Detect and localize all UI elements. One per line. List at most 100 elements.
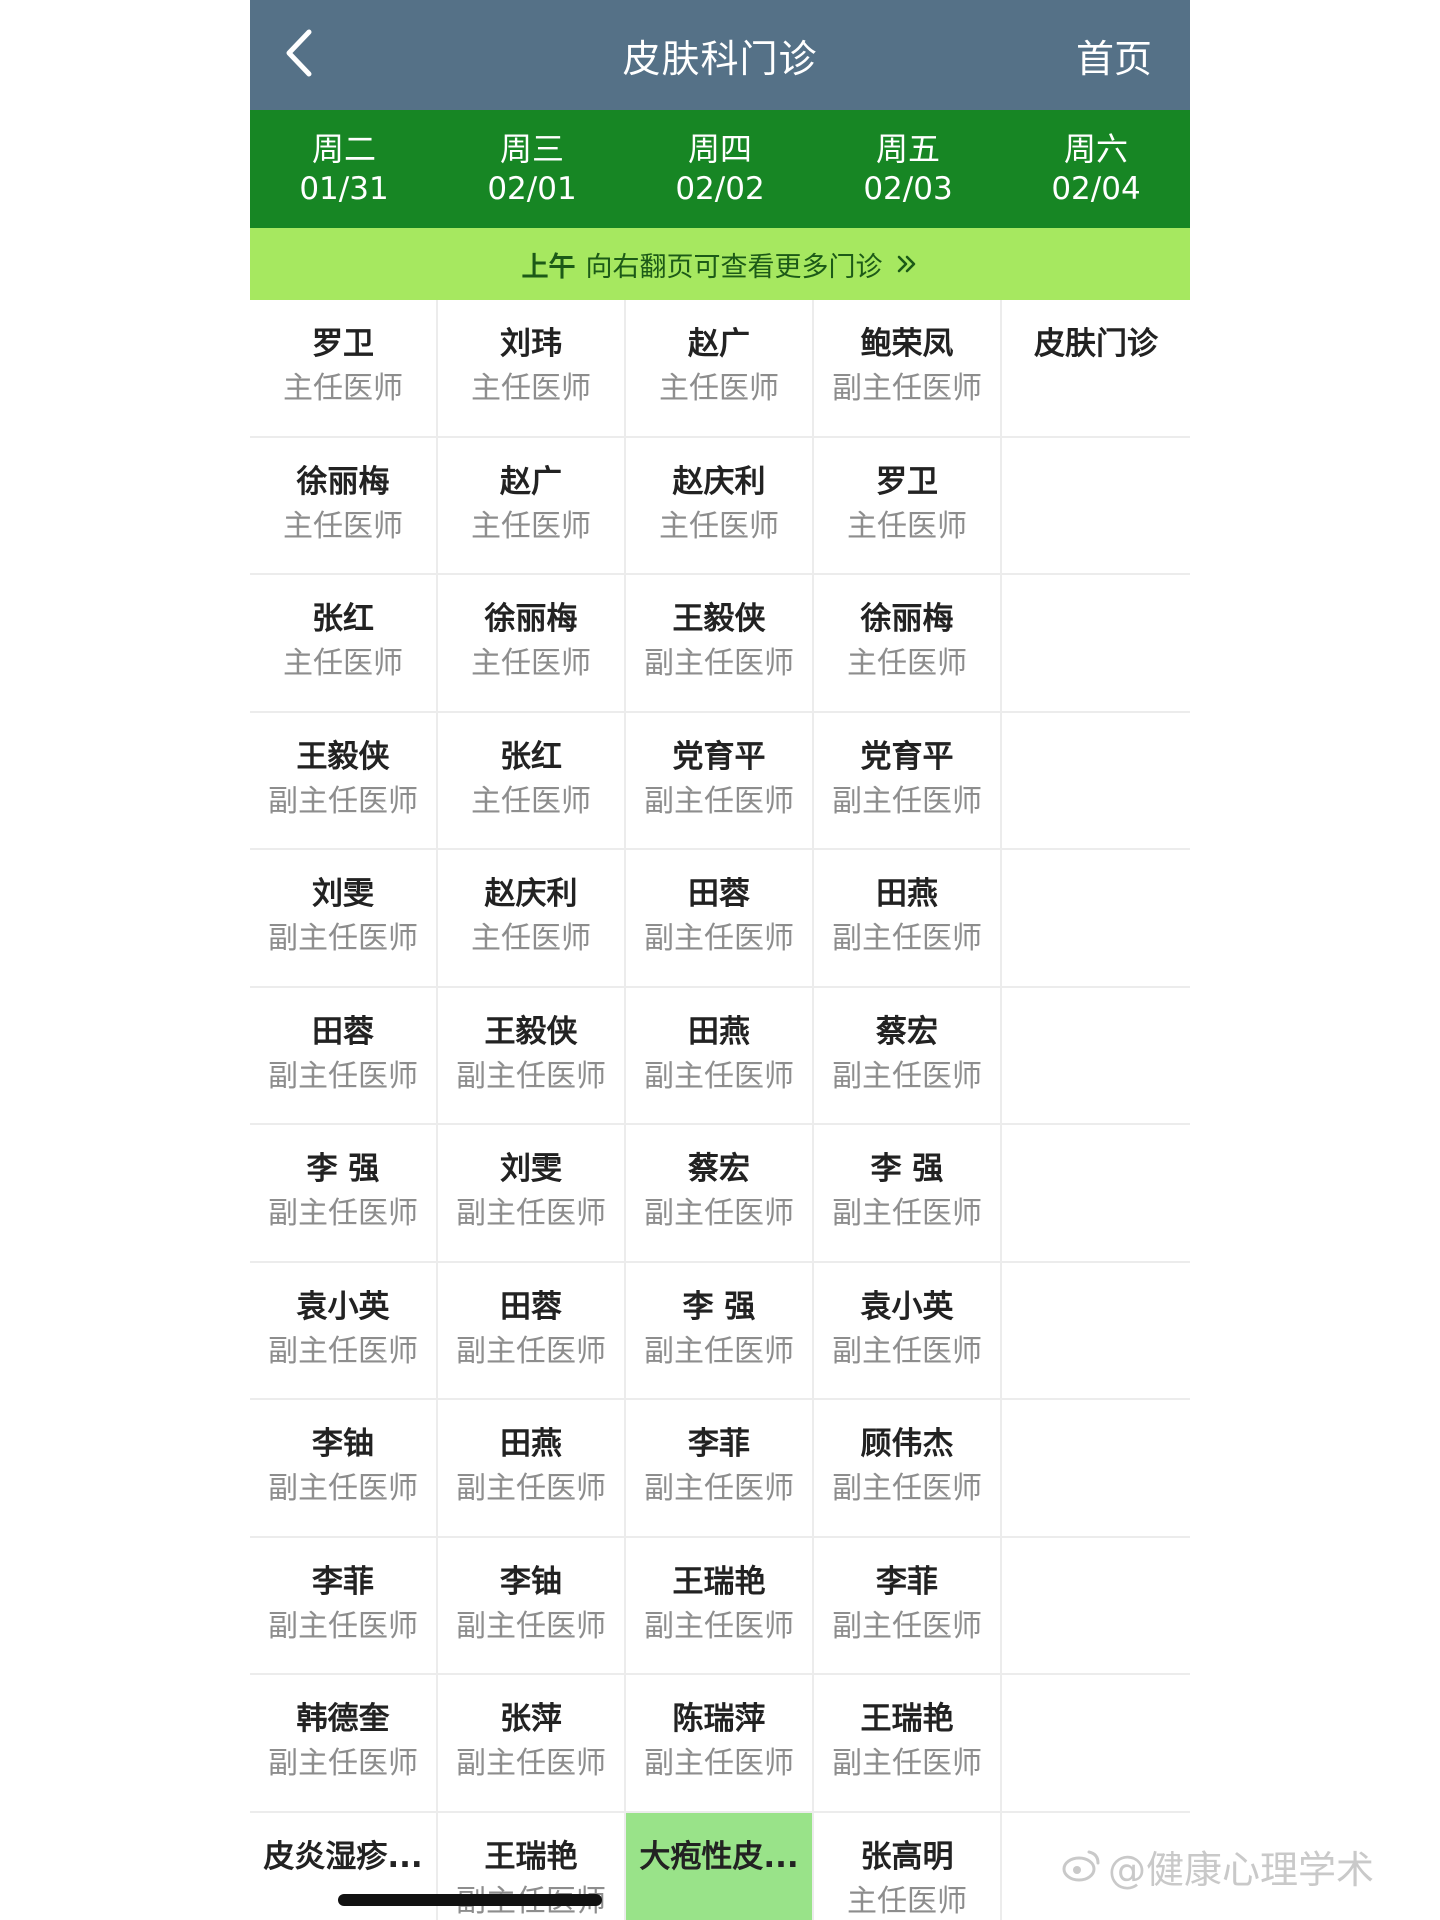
doctor-slot[interactable]: 李菲 副主任医师 — [814, 1537, 1002, 1673]
doctor-slot[interactable]: 田蓉 副主任医师 — [626, 850, 814, 986]
home-indicator-bar — [338, 1894, 602, 1906]
doctor-name: 刘雯 — [500, 1151, 562, 1187]
doctor-slot[interactable]: 李铀 副主任医师 — [438, 1537, 626, 1673]
doctor-slot[interactable]: 徐丽梅 主任医师 — [814, 575, 1002, 711]
day-tab[interactable]: 周五 02/03 — [814, 110, 1002, 228]
doctor-slot[interactable]: 罗卫 主任医师 — [250, 300, 438, 436]
doctor-name: 罗卫 — [312, 326, 374, 362]
doctor-slot[interactable]: 大疱性皮... — [626, 1812, 814, 1920]
day-date: 02/03 — [863, 171, 953, 207]
watermark-text: @健康心理学术 — [1108, 1847, 1375, 1892]
doctor-name: 赵庆利 — [672, 463, 766, 500]
doctor-title: 主任医师 — [283, 371, 403, 406]
schedule-row: 韩德奎副主任医师 张萍 副主任医师 陈瑞萍 副主任医师 王瑞艳 副主任医师 — [250, 1675, 1190, 1813]
doctor-slot[interactable]: 张萍 副主任医师 — [438, 1675, 626, 1811]
doctor-slot[interactable]: 蔡宏 副主任医师 — [814, 987, 1002, 1123]
day-tab[interactable]: 周三 02/01 — [438, 110, 626, 228]
doctor-title: 副主任医师 — [832, 371, 982, 406]
doctor-name: 王瑞艳 — [484, 1838, 578, 1875]
empty-slot — [1002, 713, 1190, 849]
doctor-title: 副主任医师 — [268, 1608, 418, 1644]
doctor-slot[interactable]: 党育平 副主任医师 — [814, 712, 1002, 848]
doctor-slot[interactable]: 赵广 主任医师 — [438, 437, 626, 573]
weibo-logo-icon — [1062, 1848, 1102, 1884]
doctor-title: 副主任医师 — [832, 783, 982, 819]
doctor-slot[interactable]: 张红 主任医师 — [438, 712, 626, 848]
doctor-slot[interactable]: 田燕 副主任医师 — [626, 987, 814, 1123]
doctor-name: 王瑞艳 — [672, 1563, 766, 1600]
doctor-slot[interactable]: 刘玮 主任医师 — [438, 300, 626, 436]
doctor-slot[interactable]: 刘雯 副主任医师 — [250, 850, 438, 986]
doctor-name: 大疱性皮... — [639, 1838, 799, 1875]
doctor-slot[interactable]: 顾伟杰 副主任医师 — [814, 1400, 1002, 1536]
empty-slot — [1002, 1263, 1190, 1399]
doctor-slot[interactable]: 张红 主任医师 — [250, 575, 438, 711]
doctor-name: 顾伟杰 — [860, 1426, 954, 1462]
doctor-slot[interactable]: 田燕 副主任医师 — [438, 1400, 626, 1536]
doctor-slot[interactable]: 皮肤门诊 — [1002, 300, 1190, 436]
page-title: 皮肤科门诊 — [622, 36, 818, 81]
schedule-row: 李铀 副主任医师 田燕 副主任医师 李菲 副主任医师 顾伟杰 副主任医师 — [250, 1400, 1190, 1538]
doctor-slot[interactable]: 刘雯 副主任医师 — [438, 1125, 626, 1261]
doctor-slot[interactable]: 徐丽梅 主任医师 — [250, 437, 438, 573]
doctor-slot[interactable]: 田蓉 副主任医师 — [250, 987, 438, 1123]
doctor-title: 副主任医师 — [644, 1746, 794, 1781]
doctor-name: 张红 — [312, 601, 374, 637]
doctor-slot[interactable]: 田燕 副主任医师 — [814, 850, 1002, 986]
doctor-slot[interactable]: 徐丽梅 主任医师 — [438, 575, 626, 711]
empty-slot — [1002, 438, 1190, 574]
day-tab[interactable]: 周二 01/31 — [250, 110, 438, 228]
doctor-slot[interactable]: 王毅侠 副主任医师 — [626, 575, 814, 711]
doctor-title: 主任医师 — [471, 783, 591, 819]
doctor-slot[interactable]: 鲍荣凤 副主任医师 — [814, 300, 1002, 436]
empty-slot — [1002, 988, 1190, 1124]
doctor-slot[interactable]: 陈瑞萍 副主任医师 — [626, 1675, 814, 1811]
doctor-title: 副主任医师 — [268, 1746, 418, 1781]
day-weekday: 周四 — [687, 130, 752, 168]
doctor-slot[interactable]: 韩德奎 副主任医师 — [250, 1675, 438, 1811]
day-weekday: 周三 — [499, 130, 564, 168]
doctor-schedule-grid: 罗卫 主任医师 刘玮 主任医师 赵广 主任医师 鲍荣凤 副主任医师 皮肤门诊 徐丽梅 主任医师 赵广主… — [250, 300, 1190, 1920]
doctor-slot[interactable]: 赵庆利 主任医师 — [626, 437, 814, 573]
doctor-title: 主任医师 — [283, 646, 403, 681]
clinic-schedule-screen: 皮肤科门诊 首页 周二 01/31 周三 02/01 周四 02/02 周五 02/03 周六 0… — [250, 0, 1190, 1920]
doctor-slot[interactable]: 田蓉 副主任医师 — [438, 1262, 626, 1398]
doctor-slot[interactable]: 王瑞艳副主任医师 — [626, 1537, 814, 1673]
doctor-name: 田燕 — [500, 1426, 562, 1462]
doctor-slot[interactable]: 王毅侠 副主任医师 — [438, 987, 626, 1123]
doctor-name: 蔡宏 — [876, 1013, 938, 1050]
home-link[interactable]: 首页 — [1076, 0, 1152, 110]
doctor-name: 李 强 — [682, 1288, 756, 1325]
doctor-slot[interactable]: 赵庆利 主任医师 — [438, 850, 626, 986]
doctor-slot[interactable]: 张高明 主任医师 — [814, 1812, 1002, 1920]
doctor-slot[interactable]: 王瑞艳副主任医师 — [814, 1675, 1002, 1811]
doctor-slot[interactable]: 李 强副主任医师 — [814, 1125, 1002, 1261]
doctor-slot[interactable]: 蔡宏 副主任医师 — [626, 1125, 814, 1261]
day-tab[interactable]: 周四 02/02 — [626, 110, 814, 228]
doctor-name: 刘玮 — [500, 326, 562, 362]
doctor-slot[interactable]: 李铀 副主任医师 — [250, 1400, 438, 1536]
watermark: @健康心理学术 — [1062, 1838, 1374, 1894]
doctor-name: 王毅侠 — [296, 738, 390, 775]
back-button[interactable] — [264, 22, 334, 88]
doctor-title: 副主任医师 — [268, 1333, 418, 1369]
swipe-hint-bar: 上午 向右翻页可查看更多门诊 — [250, 228, 1190, 300]
doctor-slot[interactable]: 王毅侠 副主任医师 — [250, 712, 438, 848]
doctor-slot[interactable]: 党育平 副主任医师 — [626, 712, 814, 848]
doctor-slot[interactable]: 罗卫 主任医师 — [814, 437, 1002, 573]
doctor-slot[interactable]: 李菲 副主任医师 — [250, 1537, 438, 1673]
doctor-slot[interactable]: 李 强副主任医师 — [626, 1262, 814, 1398]
doctor-name: 赵庆利 — [484, 876, 578, 912]
doctor-name: 田蓉 — [500, 1288, 562, 1325]
doctor-slot[interactable]: 李菲 副主任医师 — [626, 1400, 814, 1536]
doctor-slot[interactable]: 赵广 主任医师 — [626, 300, 814, 436]
doctor-name: 韩德奎 — [296, 1701, 390, 1737]
doctor-slot[interactable]: 李 强副主任医师 — [250, 1125, 438, 1261]
doctor-slot[interactable]: 袁小英 副主任医师 — [814, 1262, 1002, 1398]
doctor-slot[interactable]: 袁小英 副主任医师 — [250, 1262, 438, 1398]
day-date: 02/01 — [487, 171, 577, 207]
doctor-title: 副主任医师 — [268, 921, 418, 956]
doctor-name: 皮炎湿疹... — [263, 1838, 423, 1875]
schedule-row: 罗卫 主任医师 刘玮 主任医师 赵广 主任医师 鲍荣凤 副主任医师 皮肤门诊 — [250, 300, 1190, 438]
day-tab[interactable]: 周六 02/04 — [1002, 110, 1190, 228]
